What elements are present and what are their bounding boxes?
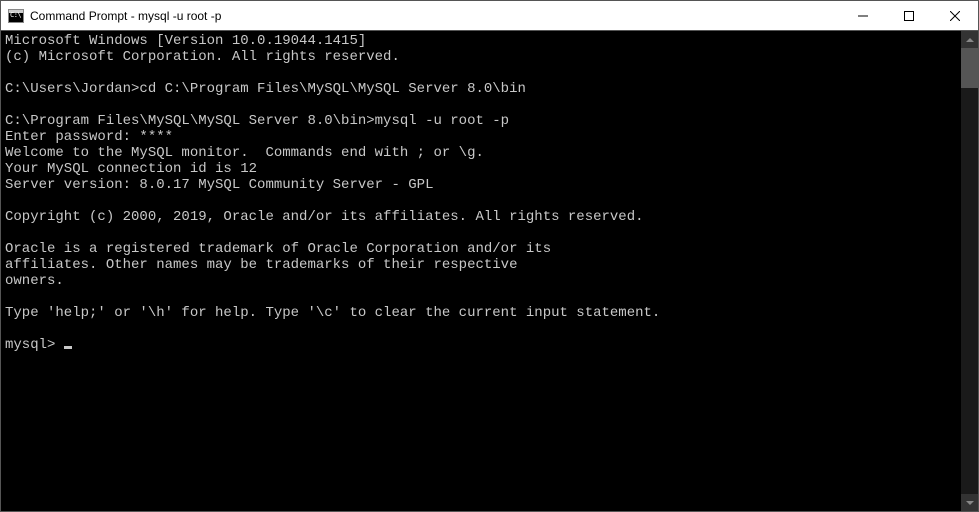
maximize-button[interactable]: [886, 1, 932, 30]
cursor: [64, 346, 72, 349]
command-prompt-window: C:\ Command Prompt - mysql -u root -p Mi…: [0, 0, 979, 512]
close-button[interactable]: [932, 1, 978, 30]
scroll-track[interactable]: [961, 48, 978, 494]
vertical-scrollbar[interactable]: [961, 31, 978, 511]
cmd-icon: C:\: [8, 9, 24, 23]
scroll-down-button[interactable]: [961, 494, 978, 511]
window-title: Command Prompt - mysql -u root -p: [30, 9, 221, 23]
terminal-area: Microsoft Windows [Version 10.0.19044.14…: [1, 31, 978, 511]
minimize-button[interactable]: [840, 1, 886, 30]
scroll-thumb[interactable]: [961, 48, 978, 88]
scroll-up-button[interactable]: [961, 31, 978, 48]
titlebar[interactable]: C:\ Command Prompt - mysql -u root -p: [1, 1, 978, 31]
window-controls: [840, 1, 978, 30]
terminal-output[interactable]: Microsoft Windows [Version 10.0.19044.14…: [1, 31, 961, 511]
